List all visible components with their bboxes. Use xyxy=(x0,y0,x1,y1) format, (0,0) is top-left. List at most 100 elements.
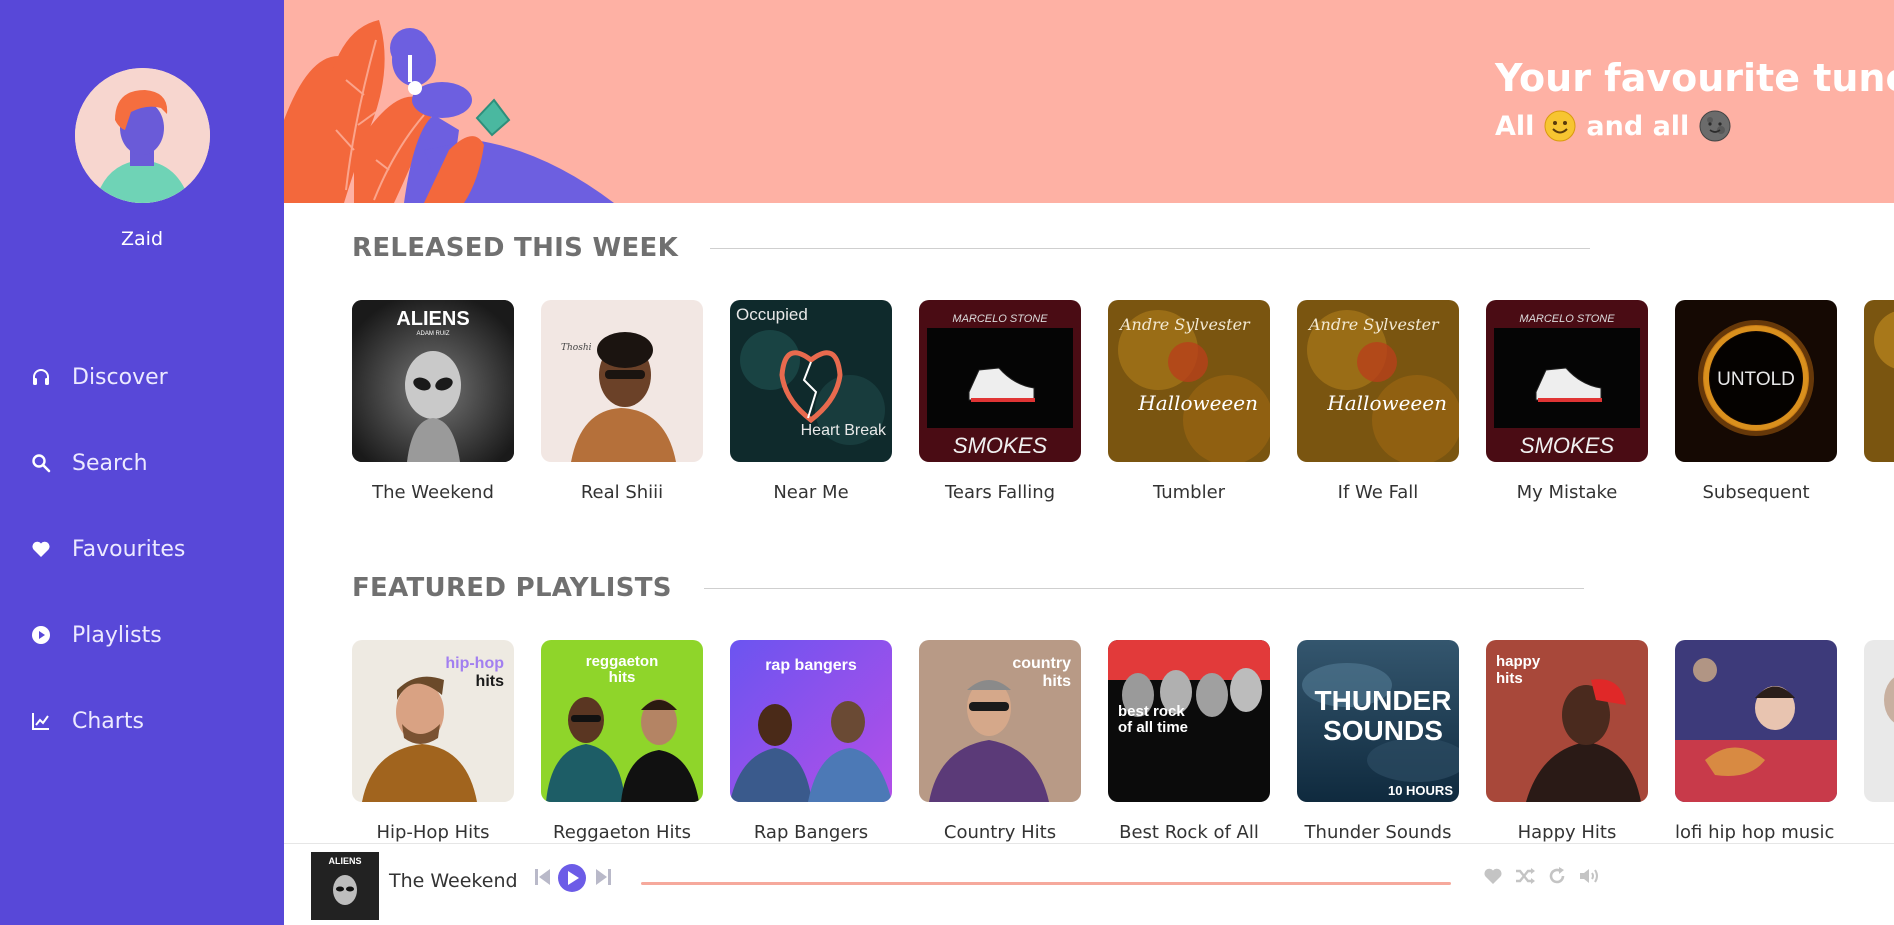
card-title: W xyxy=(1864,482,1894,503)
sidebar-item-playlists[interactable]: Playlists xyxy=(0,592,284,678)
card-title: Thunder Sounds xyxy=(1304,822,1452,843)
album-card[interactable]: W xyxy=(1864,300,1894,503)
chart-icon xyxy=(30,710,52,732)
cover-subtitle: Halloweeen xyxy=(1326,391,1447,415)
cover-title: Occupied xyxy=(736,305,808,324)
album-cover: Andre Sylvester Halloweeen xyxy=(1108,300,1270,462)
cover-subtitle: SOUNDS xyxy=(1323,715,1443,746)
playlist-card[interactable]: hip-hop hits Hip-Hop Hits xyxy=(352,640,514,843)
playlist-cover: THUNDER SOUNDS 10 HOURS xyxy=(1297,640,1459,802)
sidebar-item-favourites[interactable]: Favourites xyxy=(0,506,284,592)
released-section-header: RELEASED THIS WEEK xyxy=(352,233,1591,263)
playlist-cover xyxy=(1675,640,1837,802)
cover-title: best rock xyxy=(1118,703,1185,720)
playlist-cover: rap bangers xyxy=(730,640,892,802)
sidebar-item-charts[interactable]: Charts xyxy=(0,678,284,764)
banner-subtitle: All and all xyxy=(1495,110,1741,142)
player-album-art[interactable]: ALIENS xyxy=(311,852,379,920)
playlist-card[interactable]: rap bangers Rap Bangers xyxy=(730,640,892,843)
card-title: Rap Bangers xyxy=(753,822,869,843)
sidebar-item-label: Discover xyxy=(72,364,168,390)
album-cover: Thoshi xyxy=(541,300,703,462)
cover-subtitle: SMOKES xyxy=(1520,433,1614,458)
section-divider xyxy=(703,587,1584,589)
album-cover xyxy=(1864,300,1894,462)
play-icon xyxy=(558,864,586,892)
album-cover: ALIENS ADAM RUIZ xyxy=(352,300,514,462)
heart-icon xyxy=(1484,868,1502,884)
cover-title: Thoshi xyxy=(561,343,592,353)
cover-title: hip-hop xyxy=(445,655,504,672)
shuffle-button[interactable] xyxy=(1514,866,1536,886)
playlist-cover: happy hits xyxy=(1486,640,1648,802)
volume-button[interactable] xyxy=(1578,866,1602,886)
album-cover: UNTOLD xyxy=(1675,300,1837,462)
cover-subtitle: ADAM RUIZ xyxy=(417,331,450,337)
cover-title: UNTOLD xyxy=(1717,369,1795,390)
album-card[interactable]: Andre Sylvester Halloweeen Tumbler xyxy=(1108,300,1270,503)
cover-title: Andre Sylvester xyxy=(1118,315,1251,334)
album-card[interactable]: MARCELO STONE SMOKES Tears Falling xyxy=(919,300,1081,503)
play-button[interactable] xyxy=(557,863,587,893)
like-button[interactable] xyxy=(1482,866,1504,886)
sidebar-item-search[interactable]: Search xyxy=(0,420,284,506)
repeat-button[interactable] xyxy=(1547,866,1567,886)
avatar-illustration xyxy=(75,68,210,203)
card-title: Hip-Hop Hits xyxy=(376,822,490,843)
moon-emoji-icon xyxy=(1699,110,1731,142)
banner-title: Your favourite tunes xyxy=(1495,56,1894,100)
card-title: Happy Hits xyxy=(1517,822,1617,843)
card-title: If We Fall xyxy=(1337,482,1419,503)
shuffle-icon xyxy=(1516,868,1535,884)
banner-sub-and-all: and all xyxy=(1586,110,1690,142)
card-title: Tumbler xyxy=(1152,482,1226,503)
released-row: ALIENS ADAM RUIZ The Weekend Thoshi Real… xyxy=(352,300,1894,503)
playlist-card[interactable]: lofi hip hop music - xyxy=(1675,640,1837,843)
album-card[interactable]: Occupied Heart Break Near Me xyxy=(730,300,892,503)
headphones-icon xyxy=(30,366,52,388)
album-card[interactable]: UNTOLD Subsequent xyxy=(1675,300,1837,503)
search-icon xyxy=(30,452,52,474)
playlist-cover: hip-hop hits xyxy=(352,640,514,802)
playlist-card[interactable] xyxy=(1864,640,1894,843)
playlist-cover: reggaeton hits xyxy=(541,640,703,802)
sidebar-item-label: Search xyxy=(72,450,148,476)
username: Zaid xyxy=(121,228,163,250)
progress-bar[interactable] xyxy=(641,882,1451,885)
playlist-card[interactable]: best rock of all time Best Rock of All xyxy=(1108,640,1270,843)
cover-title: reggaeton xyxy=(586,653,659,670)
album-card[interactable]: Andre Sylvester Halloweeen If We Fall xyxy=(1297,300,1459,503)
card-title: lofi hip hop music - xyxy=(1675,822,1837,843)
sidebar-item-discover[interactable]: Discover xyxy=(0,334,284,420)
skip-back-icon xyxy=(535,869,550,885)
playlist-card[interactable]: country hits Country Hits xyxy=(919,640,1081,843)
playlist-cover: best rock of all time xyxy=(1108,640,1270,802)
skip-forward-icon xyxy=(596,869,611,885)
card-title: Tears Falling xyxy=(944,482,1056,503)
cover-title: country xyxy=(1012,655,1071,672)
album-cover: Andre Sylvester Halloweeen xyxy=(1297,300,1459,462)
sidebar-item-label: Favourites xyxy=(72,536,186,562)
avatar[interactable] xyxy=(75,68,210,203)
card-title: The Weekend xyxy=(372,482,494,503)
main-content: RELEASED THIS WEEK ALIENS ADAM RUIZ The … xyxy=(284,203,1894,843)
card-title: Real Shiii xyxy=(580,482,664,503)
cover-title: MARCELO STONE xyxy=(952,313,1048,325)
playlist-card[interactable]: THUNDER SOUNDS 10 HOURS Thunder Sounds xyxy=(1297,640,1459,843)
now-playing-title: The Weekend xyxy=(389,870,518,892)
next-button[interactable] xyxy=(594,866,612,888)
volume-icon xyxy=(1580,869,1598,883)
playlist-card[interactable]: reggaeton hits Reggaeton Hits xyxy=(541,640,703,843)
previous-button[interactable] xyxy=(534,866,552,888)
album-card[interactable]: ALIENS ADAM RUIZ The Weekend xyxy=(352,300,514,503)
playlist-card[interactable]: happy hits Happy Hits xyxy=(1486,640,1648,843)
cover-title: MARCELO STONE xyxy=(1519,313,1615,325)
cover-title: THUNDER xyxy=(1315,685,1452,716)
album-card[interactable]: MARCELO STONE SMOKES My Mistake xyxy=(1486,300,1648,503)
featured-row: hip-hop hits Hip-Hop Hits reggaeton hits… xyxy=(352,640,1894,843)
sidebar: Zaid Discover Search Favourites Playlist… xyxy=(0,0,284,925)
album-card[interactable]: Thoshi Real Shiii xyxy=(541,300,703,503)
sidebar-nav: Discover Search Favourites Playlists Cha… xyxy=(0,334,284,764)
banner-illustration xyxy=(284,20,614,203)
play-circle-icon xyxy=(30,624,52,646)
